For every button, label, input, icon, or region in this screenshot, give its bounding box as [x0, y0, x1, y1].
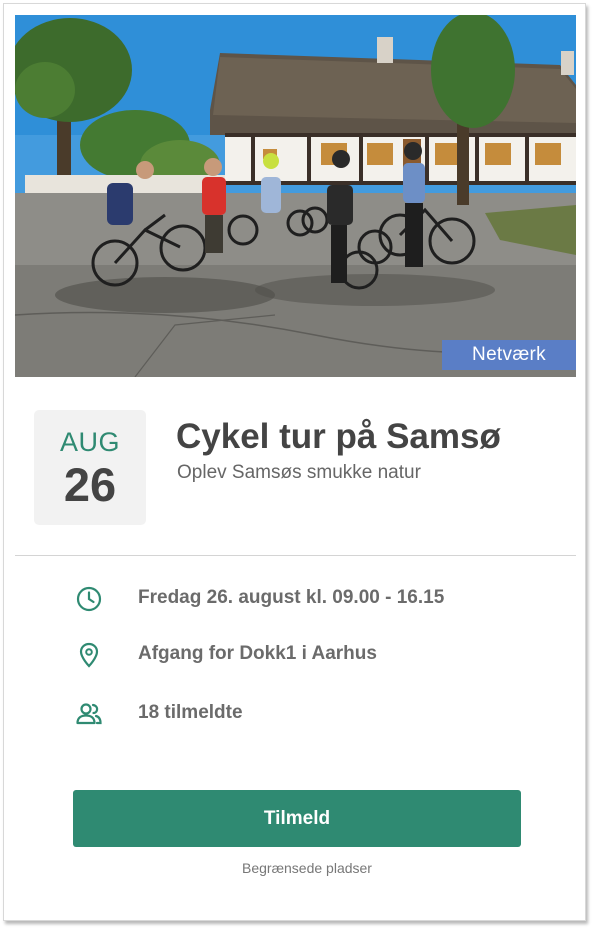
limited-spots-note: Begrænsede pladser [242, 860, 372, 876]
divider [15, 555, 576, 556]
clock-icon [74, 584, 104, 614]
event-card: Netværk AUG 26 Cykel tur på Samsø Oplev … [3, 3, 586, 921]
date-day: 26 [63, 458, 117, 511]
date-box: AUG 26 [34, 410, 146, 525]
event-subtitle: Oplev Samsøs smukke natur [177, 462, 421, 483]
date-month: AUG [59, 427, 120, 457]
attendee-count: 18 tilmeldte [138, 702, 243, 723]
event-location: Afgang for Dokk1 i Aarhus [138, 643, 377, 664]
event-photo: Netværk [15, 15, 576, 377]
category-badge: Netværk [442, 340, 576, 370]
people-icon [74, 699, 104, 729]
event-time: Fredag 26. august kl. 09.00 - 16.15 [138, 587, 445, 608]
location-pin-icon [74, 640, 104, 670]
signup-button[interactable]: Tilmeld [73, 790, 521, 847]
event-title: Cykel tur på Samsø [176, 417, 501, 456]
